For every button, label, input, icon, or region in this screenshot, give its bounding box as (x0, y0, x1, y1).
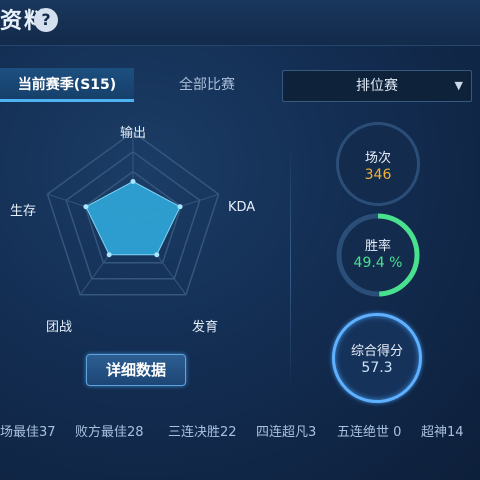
games-stat: 场次 346 (336, 122, 420, 206)
tab-all-matches[interactable]: 全部比赛 (142, 68, 272, 102)
winrate-label: 胜率 (364, 239, 391, 254)
winrate-stat: 胜率 49.4 % (336, 213, 420, 297)
radar-point (106, 252, 112, 258)
games-label: 场次 (364, 151, 391, 166)
radar-point (130, 179, 136, 184)
achievement-quadra-kill: 四连超凡3 (256, 425, 317, 440)
detail-data-button[interactable]: 详细数据 (86, 354, 186, 386)
radar-label-survival: 生存 (10, 204, 37, 219)
radar-point (177, 204, 183, 210)
radar-label-farming: 发育 (192, 320, 219, 335)
radar-label-kda: KDA (228, 200, 256, 215)
radar-point (154, 252, 160, 258)
radar-value-area (85, 180, 181, 256)
tab-current-season[interactable]: 当前赛季(S15) (0, 68, 134, 102)
score-label: 综合得分 (350, 344, 403, 359)
mode-select[interactable]: 排位赛 ▼ (282, 70, 472, 102)
score-stat: 综合得分 57.3 (332, 313, 422, 403)
score-value: 57.3 (361, 360, 393, 376)
winrate-value: 49.4 % (353, 255, 403, 271)
radar-label-output: 输出 (120, 126, 147, 141)
achievement-bar: 场最佳37 败方最佳28 三连决胜22 四连超凡3 五连绝世 0 超神14 (0, 421, 480, 445)
divider (290, 140, 291, 390)
achievement-loser-mvp: 败方最佳28 (75, 425, 144, 440)
achievement-mvp: 场最佳37 (0, 425, 56, 440)
help-button[interactable]: ? (34, 8, 58, 32)
profile-screen: 资料 ? 当前赛季(S15) 全部比赛 排位赛 ▼ 输出 KDA 发育 团战 生… (0, 0, 480, 480)
mode-select-value: 排位赛 (356, 78, 398, 94)
achievement-penta-kill: 五连绝世 0 (337, 425, 402, 440)
games-value: 346 (364, 167, 392, 183)
achievement-triple-kill: 三连决胜22 (168, 425, 237, 440)
radar-label-teamfight: 团战 (46, 320, 73, 335)
header-bar: 资料 ? (0, 0, 480, 46)
radar-chart: 输出 KDA 发育 团战 生存 (0, 110, 280, 350)
chevron-down-icon: ▼ (454, 79, 463, 92)
achievement-legendary: 超神14 (421, 425, 464, 440)
radar-svg (46, 131, 220, 296)
radar-point (83, 204, 89, 210)
